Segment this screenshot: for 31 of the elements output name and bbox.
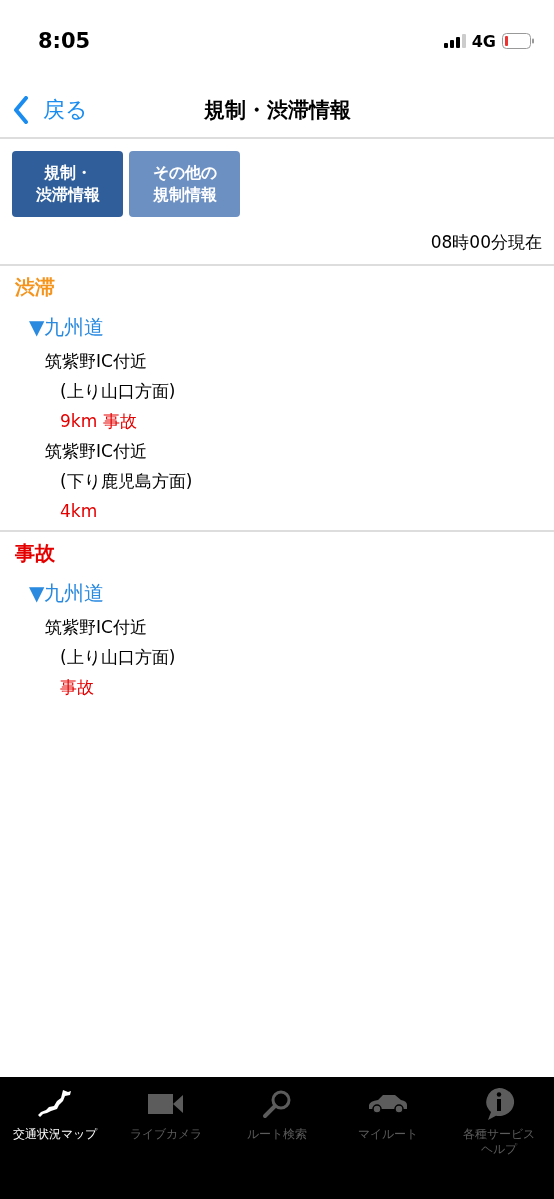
tab[interactable]: 規制・ 渋滞情報: [12, 151, 123, 217]
tab-bar-item[interactable]: 各種サービス ヘルプ: [443, 1087, 554, 1159]
location-text: 筑紫野IC付近: [44, 440, 148, 463]
tab-bar-item[interactable]: マイルート: [332, 1087, 444, 1159]
car-icon: [367, 1094, 408, 1114]
section-heading: 渋滞: [15, 274, 56, 301]
direction-text: (上り山口方面): [59, 380, 177, 403]
back-button[interactable]: 戻る: [0, 94, 88, 125]
tab[interactable]: その他の 規制情報: [129, 151, 240, 217]
incident-detail: 4km: [59, 500, 99, 523]
incident-detail: 事故: [59, 676, 95, 699]
status-time: 8:05: [38, 29, 91, 53]
battery-icon: [502, 33, 534, 49]
chevron-icon: [13, 95, 29, 124]
search-icon: [262, 1089, 292, 1119]
video-camera-icon: [148, 1092, 185, 1116]
tab-bar-item[interactable]: 交通状況マップ: [0, 1087, 111, 1159]
signal-icon: [443, 34, 466, 48]
direction-text: (上り山口方面): [59, 646, 177, 669]
road-name[interactable]: ▼九州道: [15, 574, 554, 612]
page-title: 規制・渋滞情報: [203, 96, 351, 124]
incident-detail: 9km 事故: [59, 410, 138, 433]
tab-bar-item[interactable]: ライブカメラ: [110, 1087, 222, 1159]
road-name[interactable]: ▼九州道: [15, 308, 554, 346]
direction-text: (下り鹿児島方面): [59, 470, 194, 493]
tab-bar-item[interactable]: ルート検索: [221, 1087, 333, 1159]
location-text: 筑紫野IC付近: [44, 616, 148, 639]
location-text: 筑紫野IC付近: [44, 350, 148, 373]
update-time: 08時00分現在: [430, 231, 542, 254]
network-label: 4G: [471, 31, 496, 51]
section-heading: 事故: [15, 540, 56, 567]
